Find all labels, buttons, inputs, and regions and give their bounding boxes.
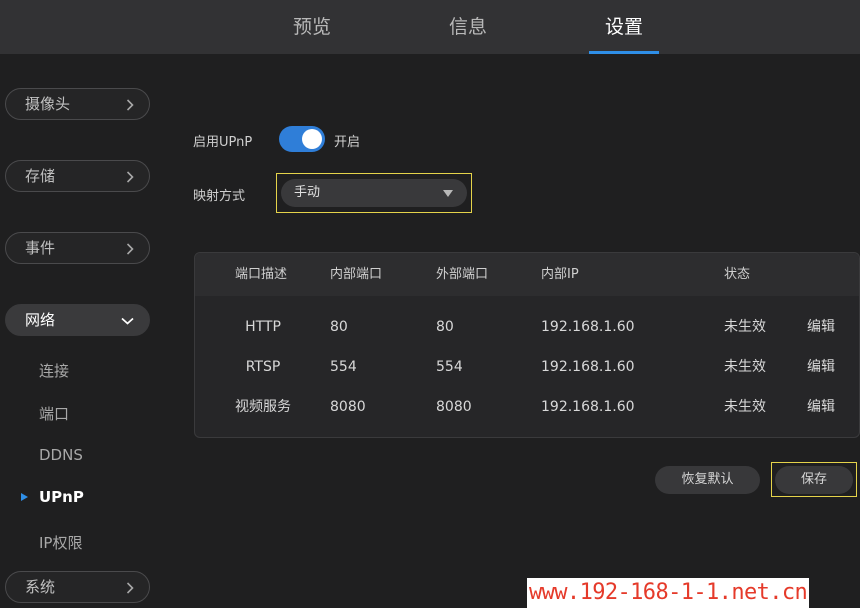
- save-button-highlight: 保存: [771, 462, 857, 497]
- sidebar-subitem-connection[interactable]: 连接: [39, 360, 69, 381]
- edit-button[interactable]: 编辑: [807, 347, 835, 387]
- mapping-mode-highlight: 手动: [276, 173, 472, 213]
- cell-status: 未生效: [724, 399, 766, 415]
- edit-button[interactable]: 编辑: [807, 387, 835, 427]
- sidebar-item-network[interactable]: 网络: [5, 304, 150, 336]
- cell-internal-port: 554: [330, 359, 357, 375]
- table-row: RTSP 554 554 192.168.1.60 未生效 编辑: [195, 347, 859, 387]
- sidebar-subitem-ddns[interactable]: DDNS: [39, 446, 83, 464]
- sidebar-item-label: 事件: [25, 239, 56, 257]
- sidebar-item-label: 系统: [25, 578, 56, 596]
- cell-internal-port: 80: [330, 319, 348, 335]
- mapping-mode-value: 手动: [294, 185, 321, 200]
- enable-upnp-label: 启用UPnP: [193, 135, 253, 150]
- chevron-right-icon: [126, 161, 134, 191]
- sidebar-subitem-port[interactable]: 端口: [39, 403, 69, 424]
- edit-button[interactable]: 编辑: [807, 307, 835, 347]
- sidebar-item-storage[interactable]: 存储: [5, 160, 150, 192]
- sidebar-item-label: 存储: [25, 167, 56, 185]
- sidebar-subitem-ip-permission[interactable]: IP权限: [39, 532, 82, 553]
- restore-defaults-button[interactable]: 恢复默认: [655, 466, 760, 494]
- chevron-right-icon: [126, 572, 134, 602]
- cell-internal-ip: 192.168.1.60: [541, 319, 635, 335]
- cell-port-desc: HTTP: [245, 319, 281, 335]
- mapping-mode-select[interactable]: 手动: [281, 179, 467, 207]
- column-header-external-port: 外部端口: [436, 267, 489, 282]
- chevron-right-icon: [126, 89, 134, 119]
- tab-info[interactable]: 信息: [426, 0, 510, 54]
- active-tab-indicator: [589, 51, 659, 54]
- cell-status: 未生效: [724, 359, 766, 375]
- tab-settings[interactable]: 设置: [589, 0, 659, 54]
- sidebar-item-label: 摄像头: [25, 95, 71, 113]
- cell-internal-ip: 192.168.1.60: [541, 399, 635, 415]
- column-header-status: 状态: [724, 267, 751, 282]
- tab-preview[interactable]: 预览: [270, 0, 354, 54]
- cell-internal-ip: 192.168.1.60: [541, 359, 635, 375]
- sidebar-item-system[interactable]: 系统: [5, 571, 150, 603]
- port-mapping-table: 端口描述 内部端口 外部端口 内部IP 状态 HTTP 80 80 192.16…: [194, 252, 860, 438]
- cell-port-desc: RTSP: [245, 359, 281, 375]
- chevron-down-icon: [121, 305, 134, 335]
- cell-external-port: 8080: [436, 399, 472, 415]
- table-header: 端口描述 内部端口 外部端口 内部IP 状态: [195, 253, 859, 296]
- cell-internal-port: 8080: [330, 399, 366, 415]
- column-header-port-desc: 端口描述: [235, 267, 288, 282]
- sidebar-item-camera[interactable]: 摄像头: [5, 88, 150, 120]
- save-button[interactable]: 保存: [775, 466, 853, 494]
- toggle-knob: [302, 129, 322, 149]
- tab-settings-label: 设置: [604, 16, 643, 38]
- cell-external-port: 80: [436, 319, 454, 335]
- mapping-mode-label: 映射方式: [193, 189, 246, 204]
- cell-port-desc: 视频服务: [235, 399, 291, 415]
- watermark: www.192-168-1-1.net.cn: [527, 578, 810, 608]
- sidebar-item-label: 网络: [25, 311, 56, 329]
- chevron-right-icon: [126, 233, 134, 263]
- table-row: HTTP 80 80 192.168.1.60 未生效 编辑: [195, 307, 859, 347]
- top-nav-bar: 预览 信息 设置: [0, 0, 860, 54]
- sidebar-subitem-upnp[interactable]: UPnP: [39, 488, 84, 506]
- cell-status: 未生效: [724, 319, 766, 335]
- enable-upnp-toggle[interactable]: [279, 126, 325, 152]
- column-header-internal-port: 内部端口: [330, 267, 383, 282]
- table-row: 视频服务 8080 8080 192.168.1.60 未生效 编辑: [195, 387, 859, 427]
- toggle-state-label: 开启: [334, 135, 361, 150]
- cell-external-port: 554: [436, 359, 463, 375]
- dropdown-caret-icon: [443, 190, 453, 197]
- active-item-arrow-icon: [21, 493, 28, 501]
- column-header-internal-ip: 内部IP: [541, 267, 579, 282]
- sidebar-item-event[interactable]: 事件: [5, 232, 150, 264]
